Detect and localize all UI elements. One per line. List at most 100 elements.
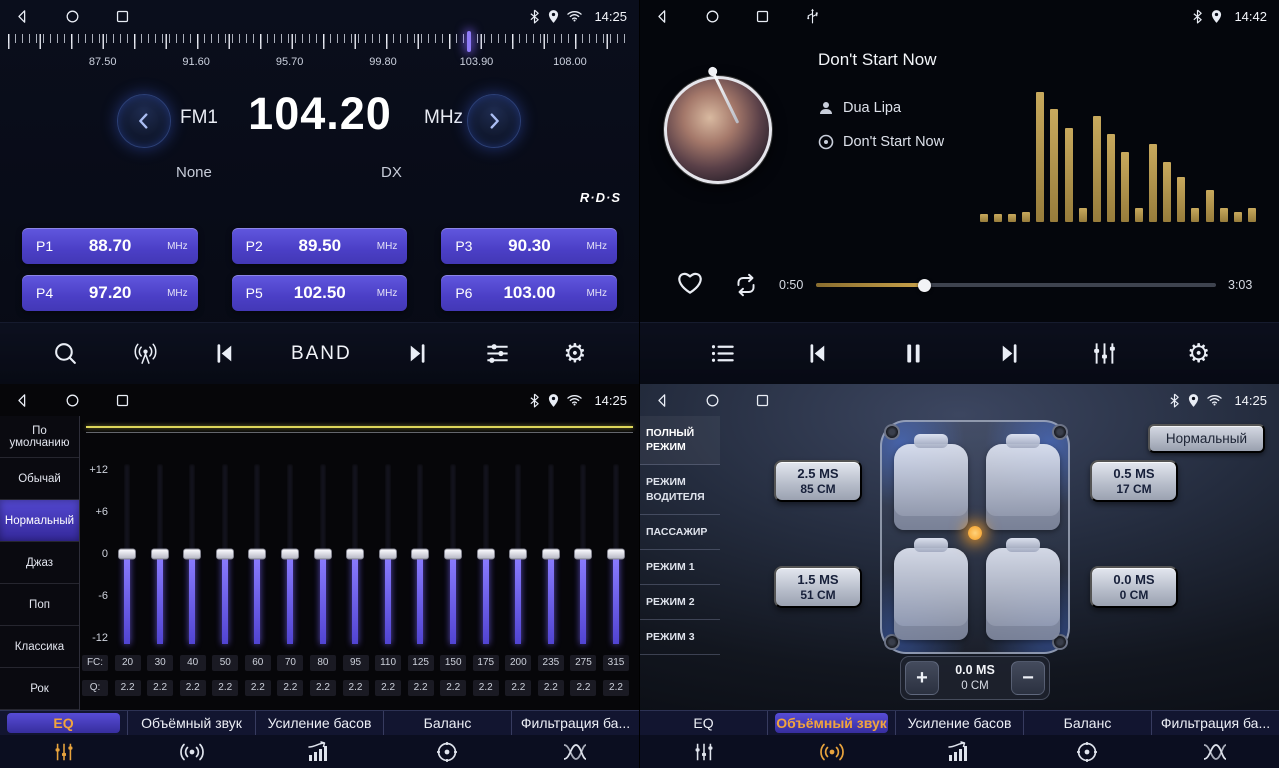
tab-bass-boost-icon[interactable] bbox=[256, 735, 384, 768]
recents-square-icon[interactable] bbox=[752, 390, 772, 410]
eq-band-slider-10[interactable] bbox=[440, 464, 466, 644]
tab-bass-boost[interactable]: Усиление басов bbox=[903, 713, 1016, 733]
queue-button[interactable] bbox=[709, 340, 736, 367]
back-icon[interactable] bbox=[652, 390, 672, 410]
radio-preset-p3[interactable]: P3 90.30 MHz bbox=[441, 228, 617, 264]
tone-settings-button[interactable] bbox=[484, 340, 511, 367]
tab-balance-icon[interactable] bbox=[1023, 735, 1151, 768]
position-mode-0[interactable]: ПОЛНЫЙ РЕЖИМ bbox=[640, 416, 720, 465]
band-button[interactable]: BAND bbox=[291, 343, 352, 365]
slider-handle[interactable] bbox=[379, 549, 397, 560]
radio-preset-p6[interactable]: P6 103.00 MHz bbox=[441, 275, 617, 311]
seat-rear-right[interactable] bbox=[986, 548, 1060, 640]
home-circle-icon[interactable] bbox=[62, 6, 82, 26]
recents-square-icon[interactable] bbox=[112, 390, 132, 410]
eq-band-slider-12[interactable] bbox=[505, 464, 531, 644]
slider-handle[interactable] bbox=[183, 549, 201, 560]
slider-handle[interactable] bbox=[477, 549, 495, 560]
eq-band-slider-6[interactable] bbox=[310, 464, 336, 644]
broadcast-button[interactable] bbox=[132, 340, 159, 367]
eq-preset-badge[interactable]: Нормальный bbox=[1148, 424, 1265, 453]
radio-preset-p2[interactable]: P2 89.50 MHz bbox=[232, 228, 408, 264]
eq-band-slider-11[interactable] bbox=[473, 464, 499, 644]
tuner-scale[interactable]: 87.5091.6095.7099.80103.90108.00 bbox=[8, 34, 631, 80]
scan-button[interactable] bbox=[52, 340, 79, 367]
eq-preset-0[interactable]: По умолчанию bbox=[0, 416, 79, 458]
slider-handle[interactable] bbox=[411, 549, 429, 560]
eq-band-slider-2[interactable] bbox=[179, 464, 205, 644]
tab-balance[interactable]: Баланс bbox=[1031, 713, 1144, 733]
recents-square-icon[interactable] bbox=[752, 6, 772, 26]
tab-eq-icon[interactable] bbox=[640, 735, 768, 768]
eq-band-slider-8[interactable] bbox=[375, 464, 401, 644]
slider-handle[interactable] bbox=[444, 549, 462, 560]
slider-handle[interactable] bbox=[314, 549, 332, 560]
slider-handle[interactable] bbox=[281, 549, 299, 560]
delay-front-right-button[interactable]: 0.5 MS 17 CM bbox=[1090, 460, 1178, 502]
progress-knob[interactable] bbox=[918, 279, 931, 292]
slider-handle[interactable] bbox=[542, 549, 560, 560]
radio-preset-p5[interactable]: P5 102.50 MHz bbox=[232, 275, 408, 311]
tab-bass-boost[interactable]: Усиление басов bbox=[263, 713, 376, 733]
tab-eq[interactable]: EQ bbox=[7, 713, 120, 733]
tab-filter[interactable]: Фильтрация ба... bbox=[519, 713, 632, 733]
progress-bar[interactable] bbox=[816, 283, 1216, 287]
tab-eq[interactable]: EQ bbox=[647, 713, 760, 733]
eq-band-slider-5[interactable] bbox=[277, 464, 303, 644]
position-mode-4[interactable]: РЕЖИМ 2 bbox=[640, 585, 720, 620]
position-mode-3[interactable]: РЕЖИМ 1 bbox=[640, 550, 720, 585]
eq-band-slider-15[interactable] bbox=[603, 464, 629, 644]
eq-band-slider-3[interactable] bbox=[212, 464, 238, 644]
eq-band-slider-1[interactable] bbox=[147, 464, 173, 644]
settings-button[interactable]: ⚙ bbox=[1187, 341, 1210, 367]
eq-preset-6[interactable]: Рок bbox=[0, 668, 79, 710]
seat-front-left[interactable] bbox=[894, 444, 968, 530]
tab-filter-icon[interactable] bbox=[511, 735, 639, 768]
slider-handle[interactable] bbox=[509, 549, 527, 560]
eq-preset-5[interactable]: Классика bbox=[0, 626, 79, 668]
repeat-button[interactable] bbox=[732, 272, 760, 301]
eq-band-slider-0[interactable] bbox=[114, 464, 140, 644]
radio-preset-p4[interactable]: P4 97.20 MHz bbox=[22, 275, 198, 311]
delay-rear-right-button[interactable]: 0.0 MS 0 CM bbox=[1090, 566, 1178, 608]
position-mode-1[interactable]: РЕЖИМ ВОДИТЕЛЯ bbox=[640, 465, 720, 514]
slider-handle[interactable] bbox=[574, 549, 592, 560]
eq-preset-4[interactable]: Поп bbox=[0, 584, 79, 626]
tab-eq-icon[interactable] bbox=[0, 735, 128, 768]
tab-surround-sound[interactable]: Объёмный звук bbox=[775, 713, 888, 733]
tab-filter-icon[interactable] bbox=[1151, 735, 1279, 768]
slider-handle[interactable] bbox=[607, 549, 625, 560]
eq-preset-3[interactable]: Джаз bbox=[0, 542, 79, 584]
seat-rear-left[interactable] bbox=[894, 548, 968, 640]
seat-front-right[interactable] bbox=[986, 444, 1060, 530]
slider-handle[interactable] bbox=[118, 549, 136, 560]
slider-handle[interactable] bbox=[248, 549, 266, 560]
tab-balance[interactable]: Баланс bbox=[391, 713, 504, 733]
previous-station-button[interactable] bbox=[211, 340, 238, 367]
eq-preset-1[interactable]: Обычай bbox=[0, 458, 79, 500]
back-icon[interactable] bbox=[652, 6, 672, 26]
mixer-button[interactable] bbox=[1091, 340, 1118, 367]
tab-surround-sound-icon[interactable] bbox=[128, 735, 256, 768]
delay-front-left-button[interactable]: 2.5 MS 85 CM bbox=[774, 460, 862, 502]
home-circle-icon[interactable] bbox=[702, 6, 722, 26]
slider-handle[interactable] bbox=[216, 549, 234, 560]
eq-band-slider-13[interactable] bbox=[538, 464, 564, 644]
eq-band-slider-14[interactable] bbox=[570, 464, 596, 644]
eq-band-slider-9[interactable] bbox=[407, 464, 433, 644]
delay-rear-left-button[interactable]: 1.5 MS 51 CM bbox=[774, 566, 862, 608]
eq-band-slider-4[interactable] bbox=[244, 464, 270, 644]
pause-button[interactable] bbox=[900, 340, 927, 367]
home-circle-icon[interactable] bbox=[62, 390, 82, 410]
tab-surround-sound-icon[interactable] bbox=[768, 735, 896, 768]
slider-handle[interactable] bbox=[346, 549, 364, 560]
eq-band-slider-7[interactable] bbox=[342, 464, 368, 644]
recents-square-icon[interactable] bbox=[112, 6, 132, 26]
position-mode-2[interactable]: ПАССАЖИР bbox=[640, 515, 720, 550]
radio-preset-p1[interactable]: P1 88.70 MHz bbox=[22, 228, 198, 264]
back-icon[interactable] bbox=[12, 390, 32, 410]
position-mode-5[interactable]: РЕЖИМ 3 bbox=[640, 620, 720, 655]
eq-preset-2[interactable]: Нормальный bbox=[0, 500, 79, 542]
slider-handle[interactable] bbox=[151, 549, 169, 560]
listening-position-dot[interactable] bbox=[968, 526, 982, 540]
